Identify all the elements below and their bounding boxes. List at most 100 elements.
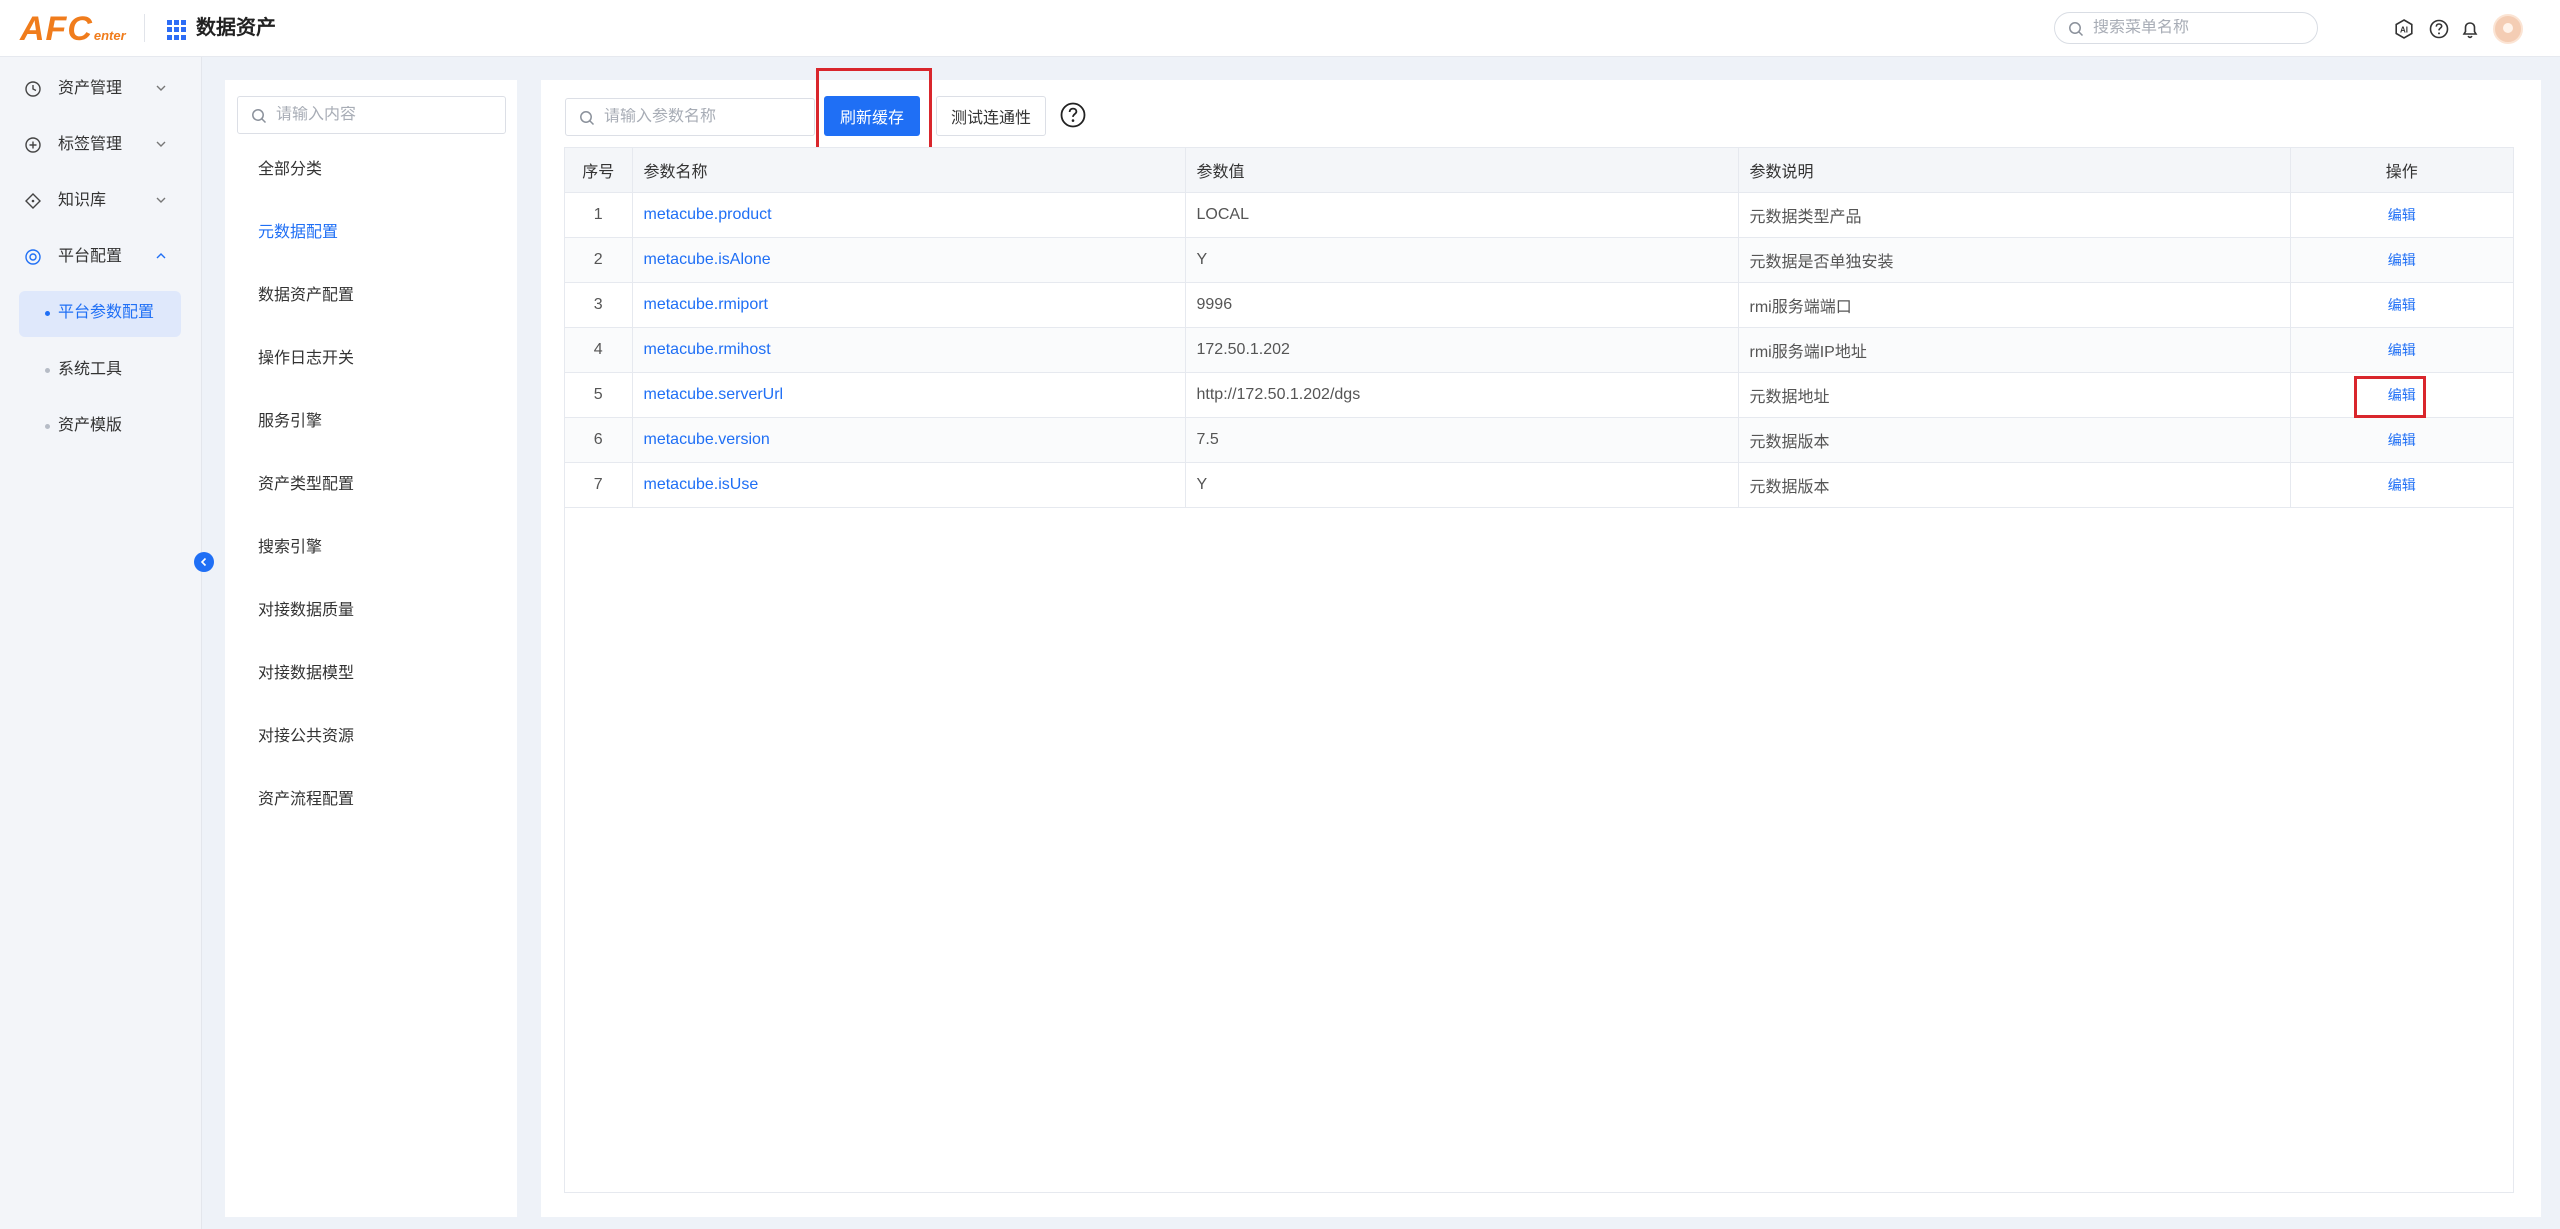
svg-text:AI: AI (2400, 26, 2408, 35)
table-row: 5 metacube.serverUrl http://172.50.1.202… (565, 372, 2513, 418)
cell-param-desc: rmi服务端IP地址 (1738, 327, 2291, 373)
search-icon (580, 111, 595, 126)
nav-item-asset-management[interactable]: 资产管理 (0, 67, 202, 111)
cell-param-desc: 元数据类型产品 (1738, 192, 2291, 238)
table-row: 2 metacube.isAlone Y 元数据是否单独安装 编辑 (565, 237, 2513, 283)
cell-param-value: Y (1185, 462, 1739, 508)
category-panel: 全部分类 元数据配置 数据资产配置 操作日志开关 服务引擎 资产类型配置 搜索引… (225, 80, 517, 1217)
bullet-dot (45, 424, 50, 429)
chevron-down-icon (156, 141, 166, 147)
cell-param-name-link[interactable]: metacube.version (632, 417, 1186, 463)
category-item-search-engine[interactable]: 搜索引擎 (258, 538, 322, 558)
category-item-asset-flow-config[interactable]: 资产流程配置 (258, 790, 354, 810)
cell-param-name-link[interactable]: metacube.product (632, 192, 1186, 238)
category-item-public-resource[interactable]: 对接公共资源 (258, 727, 354, 747)
column-header-index: 序号 (565, 148, 633, 193)
table-row: 6 metacube.version 7.5 元数据版本 编辑 (565, 417, 2513, 463)
sidebar-collapse-button[interactable] (194, 552, 214, 572)
cell-index: 7 (565, 462, 633, 508)
search-icon (2069, 22, 2084, 37)
category-search-input[interactable] (276, 106, 496, 124)
cell-param-value: http://172.50.1.202/dgs (1185, 372, 1739, 418)
chevron-up-icon (156, 253, 166, 259)
cell-actions: 编辑 (2290, 327, 2513, 373)
category-item-data-asset-config[interactable]: 数据资产配置 (258, 286, 354, 306)
nav-item-label: 标签管理 (58, 136, 123, 153)
category-item-service-engine[interactable]: 服务引擎 (258, 412, 322, 432)
nav-item-platform-config[interactable]: 平台配置 (0, 235, 202, 279)
column-header-param-value: 参数值 (1185, 148, 1739, 193)
column-header-param-name: 参数名称 (632, 148, 1186, 193)
logo-text: AFC (20, 10, 93, 48)
chevron-down-icon (156, 85, 166, 91)
settings-ring-icon (25, 249, 41, 265)
nav-sub-system-tools[interactable]: 系统工具 (0, 348, 202, 392)
cell-param-desc: 元数据是否单独安装 (1738, 237, 2291, 283)
column-header-actions: 操作 (2290, 148, 2513, 193)
cell-param-name-link[interactable]: metacube.isUse (632, 462, 1186, 508)
cell-index: 4 (565, 327, 633, 373)
parameter-search-box[interactable] (565, 98, 815, 136)
cell-param-name-link[interactable]: metacube.isAlone (632, 237, 1186, 283)
edit-link[interactable]: 编辑 (2388, 477, 2416, 493)
bullet-dot (45, 311, 50, 316)
column-header-param-desc: 参数说明 (1738, 148, 2291, 193)
help-circle-icon[interactable] (2428, 18, 2450, 40)
help-circle-icon[interactable] (1059, 101, 1087, 129)
plus-circle-icon (25, 137, 41, 153)
nav-item-tag-management[interactable]: 标签管理 (0, 123, 202, 167)
edit-link[interactable]: 编辑 (2388, 342, 2416, 358)
refresh-cache-button[interactable]: 刷新缓存 (824, 96, 920, 136)
category-item-all[interactable]: 全部分类 (258, 160, 322, 180)
clock-icon (25, 81, 41, 97)
bell-icon[interactable] (2459, 18, 2481, 40)
parameter-main-panel: 刷新缓存 测试连通性 序号 参数名称 参数值 参数说明 操作 (541, 68, 2541, 1217)
cell-param-desc: rmi服务端端口 (1738, 282, 2291, 328)
edit-link[interactable]: 编辑 (2388, 432, 2416, 448)
test-connection-button[interactable]: 测试连通性 (936, 96, 1046, 136)
cell-actions: 编辑 (2290, 282, 2513, 328)
nav-item-label: 资产管理 (58, 80, 123, 97)
top-header: AFC enter 数据资产 AI (0, 0, 2560, 57)
parameter-table: 序号 参数名称 参数值 参数说明 操作 1 metacube.product L… (564, 147, 2514, 1193)
table-row: 3 metacube.rmiport 9996 rmi服务端端口 编辑 (565, 282, 2513, 328)
edit-link[interactable]: 编辑 (2388, 297, 2416, 313)
nav-sub-label: 系统工具 (58, 361, 123, 378)
cell-param-name-link[interactable]: metacube.rmiport (632, 282, 1186, 328)
cell-param-desc: 元数据版本 (1738, 417, 2291, 463)
nav-item-knowledge-base[interactable]: 知识库 (0, 179, 202, 223)
category-search-box[interactable] (237, 96, 506, 134)
parameter-search-input[interactable] (604, 108, 804, 126)
cell-param-value: 7.5 (1185, 417, 1739, 463)
app-grid-icon[interactable] (167, 20, 187, 40)
category-item-log-switch[interactable]: 操作日志开关 (258, 349, 354, 369)
cell-actions: 编辑 (2290, 462, 2513, 508)
logo-subtext: enter (93, 28, 126, 43)
diamond-icon (25, 193, 41, 209)
nav-sub-asset-templates[interactable]: 资产模版 (0, 404, 202, 448)
afcenter-logo[interactable]: AFC enter (20, 8, 126, 48)
cell-index: 6 (565, 417, 633, 463)
category-item-metadata-config[interactable]: 元数据配置 (258, 223, 338, 243)
nav-sub-platform-params[interactable]: 平台参数配置 (0, 291, 202, 337)
header-divider (144, 14, 145, 42)
category-item-data-quality[interactable]: 对接数据质量 (258, 601, 354, 621)
ai-assistant-icon[interactable]: AI (2393, 18, 2415, 40)
cell-index: 3 (565, 282, 633, 328)
chevron-left-icon (200, 557, 207, 567)
edit-link[interactable]: 编辑 (2388, 207, 2416, 223)
menu-search-box[interactable] (2054, 12, 2318, 44)
chevron-down-icon (156, 197, 166, 203)
cell-param-desc: 元数据地址 (1738, 372, 2291, 418)
edit-link[interactable]: 编辑 (2388, 252, 2416, 268)
bullet-dot (45, 368, 50, 373)
menu-search-input[interactable] (2093, 19, 2303, 37)
user-avatar[interactable] (2493, 14, 2523, 44)
category-item-data-model[interactable]: 对接数据模型 (258, 664, 354, 684)
cell-param-name-link[interactable]: metacube.serverUrl (632, 372, 1186, 418)
category-item-asset-type-config[interactable]: 资产类型配置 (258, 475, 354, 495)
cell-index: 1 (565, 192, 633, 238)
app-title: 数据资产 (196, 17, 276, 39)
cell-param-name-link[interactable]: metacube.rmihost (632, 327, 1186, 373)
nav-item-label: 知识库 (58, 192, 107, 209)
